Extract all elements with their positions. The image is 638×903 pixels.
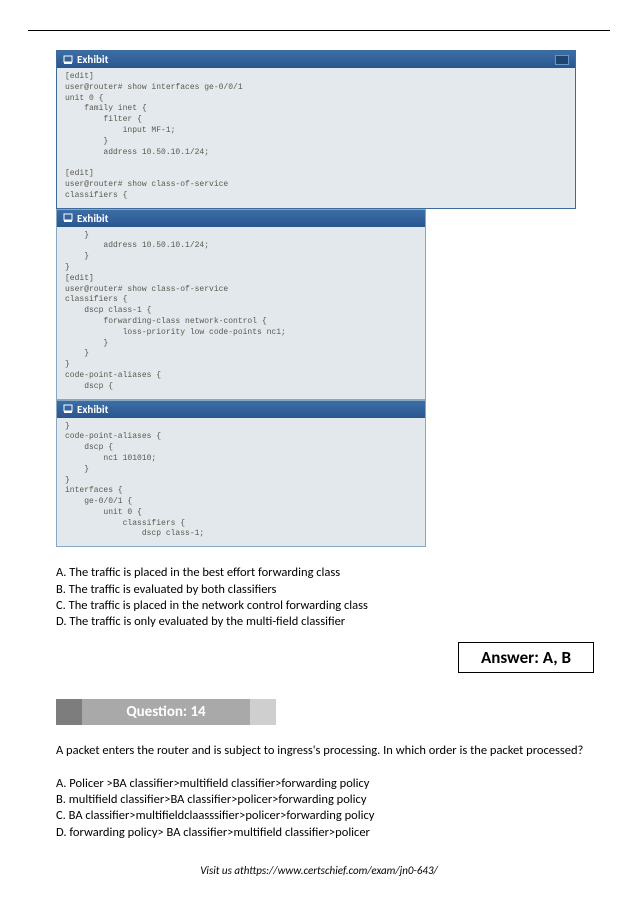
exhibit-icon [63,404,73,414]
page-content: Exhibit [edit] user@router# show interfa… [0,0,638,871]
qbar-label: Question: 14 [82,699,250,725]
exhibit-icon [63,55,73,65]
exhibit-titlebar: Exhibit [57,51,575,68]
q13-options: A. The traffic is placed in the best eff… [56,565,598,630]
exhibit-titlebar: Exhibit [57,401,425,418]
option-c: C. The traffic is placed in the network … [56,598,598,614]
question-number-bar: Question: 14 [56,699,276,725]
exhibit-body-2: } address 10.50.10.1/24; } } [edit] user… [57,227,425,399]
exhibit-body-3: } code-point-aliases { dscp { nc1 101010… [57,418,425,547]
exhibit-close[interactable] [555,55,569,65]
exhibit-panel-1: Exhibit [edit] user@router# show interfa… [56,50,576,209]
q14-prompt: A packet enters the router and is subjec… [56,743,598,759]
exhibit-icon [63,213,73,223]
exhibit-title: Exhibit [77,212,108,225]
qbar-accent-right [250,699,276,725]
q14-option-a: A. Policer >BA classifier>multifield cla… [56,776,598,792]
exhibit-panel-3: Exhibit } code-point-aliases { dscp { nc… [56,400,426,548]
exhibit-titlebar: Exhibit [57,210,425,227]
q14-option-b: B. multifield classifier>BA classifier>p… [56,792,598,808]
exhibit-body-1: [edit] user@router# show interfaces ge-0… [57,68,575,208]
option-b: B. The traffic is evaluated by both clas… [56,582,598,598]
q14-block: A packet enters the router and is subjec… [56,743,598,841]
q14-option-d: D. forwarding policy> BA classifier>mult… [56,825,598,841]
exhibit-title: Exhibit [77,53,108,66]
page-footer: Visit us athttps://www.certschief.com/ex… [0,864,638,877]
answer-box: Answer: A, B [458,642,594,673]
q14-option-c: C. BA classifier>multifieldclaasssifier>… [56,808,598,824]
qbar-accent-left [56,699,82,725]
exhibit-stack: Exhibit [edit] user@router# show interfa… [56,50,598,547]
exhibit-panel-2: Exhibit } address 10.50.10.1/24; } } [ed… [56,209,426,400]
option-a: A. The traffic is placed in the best eff… [56,565,598,581]
option-d: D. The traffic is only evaluated by the … [56,614,598,630]
top-rule [28,30,610,31]
exhibit-title: Exhibit [77,403,108,416]
